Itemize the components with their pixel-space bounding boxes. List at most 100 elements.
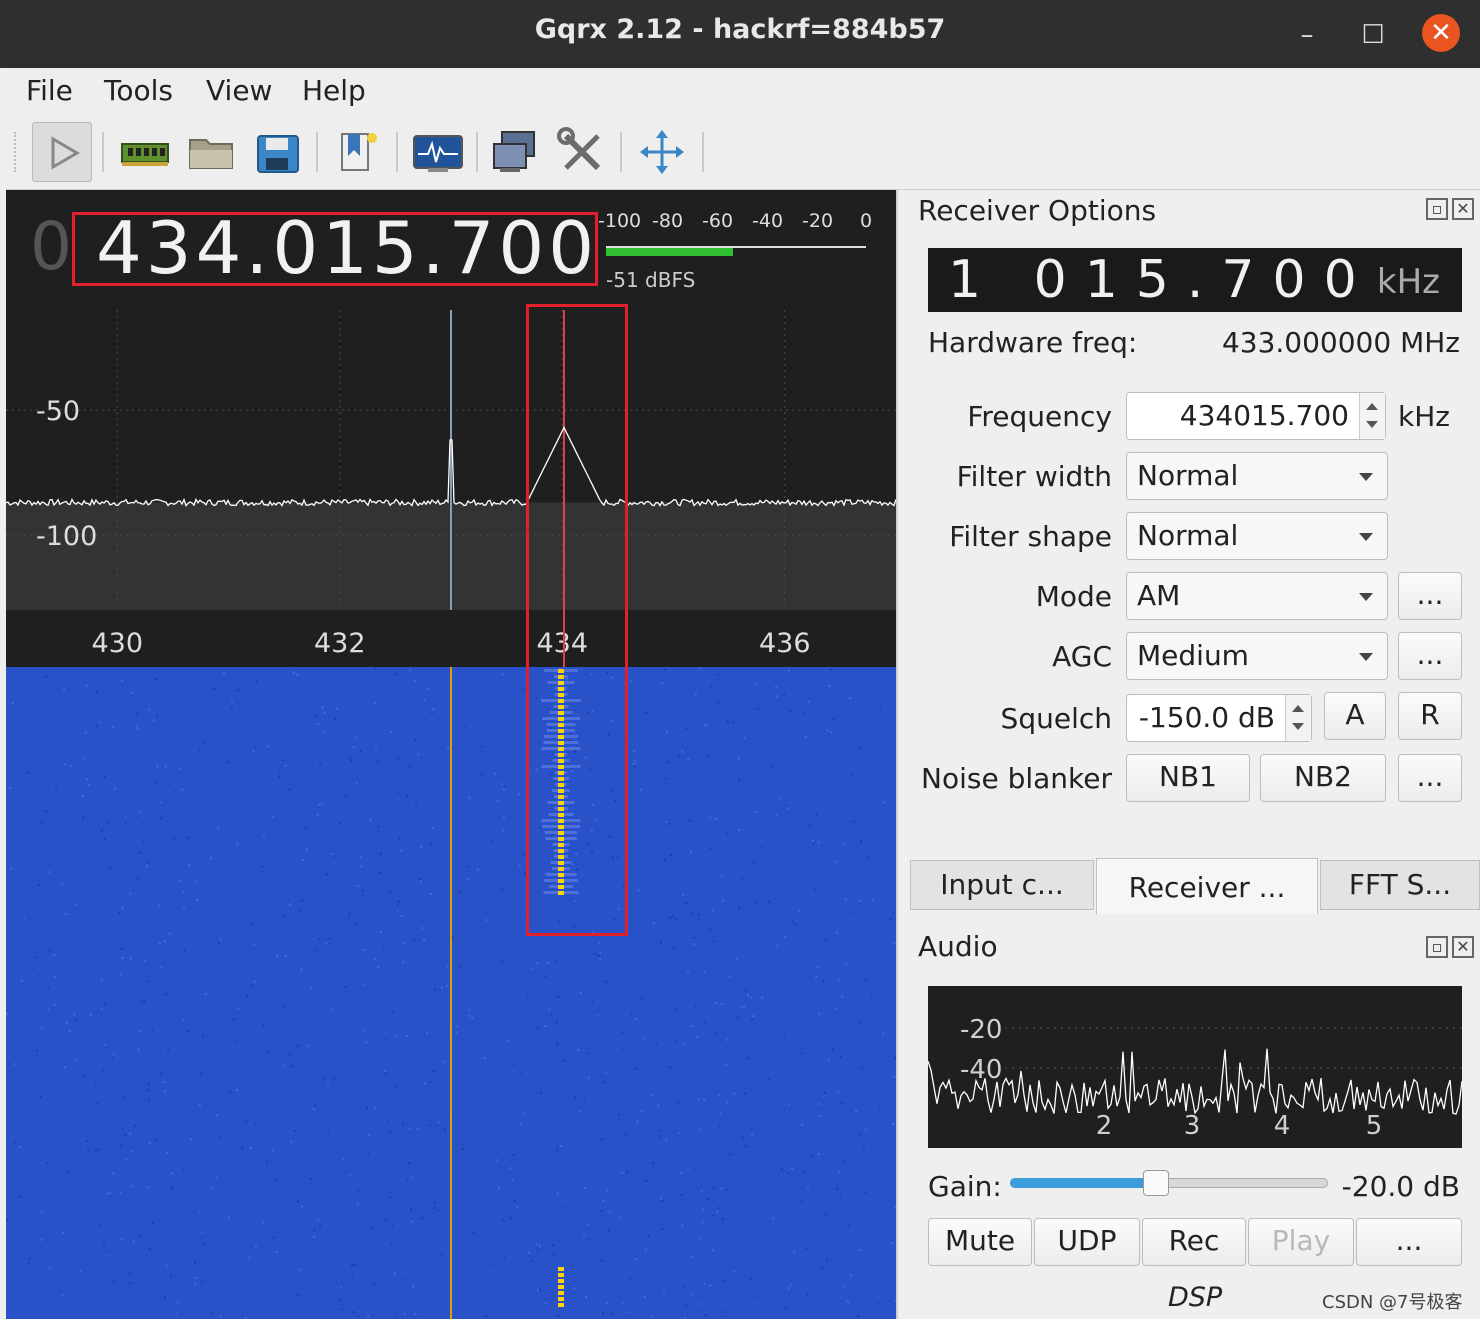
audio-options-button[interactable]: ... <box>1356 1218 1462 1266</box>
close-button[interactable]: ✕ <box>1422 14 1460 52</box>
nb2-button[interactable]: NB2 <box>1260 754 1386 802</box>
menu-tools[interactable]: Tools <box>104 74 173 107</box>
waterfall-noise <box>253 943 256 946</box>
menu-file[interactable]: File <box>26 74 73 107</box>
squelch-auto-button[interactable]: A <box>1324 692 1386 740</box>
waterfall-noise <box>137 1048 140 1051</box>
tab-fft-settings[interactable]: FFT S... <box>1320 860 1480 910</box>
menu-help[interactable]: Help <box>302 74 366 107</box>
open-folder-icon[interactable] <box>182 122 242 182</box>
waterfall-noise <box>411 1176 414 1179</box>
nb1-button[interactable]: NB1 <box>1126 754 1250 802</box>
rec-button[interactable]: Rec <box>1142 1218 1246 1266</box>
tab-receiver-options[interactable]: Receiver ... <box>1096 858 1318 914</box>
noise-blanker-options-button[interactable]: ... <box>1398 754 1462 802</box>
tab-input-controls[interactable]: Input c... <box>910 860 1094 910</box>
mute-button[interactable]: Mute <box>928 1218 1032 1266</box>
waterfall-noise <box>438 1121 441 1124</box>
spectrum-plot[interactable]: -50-100430 432 434 436 <box>6 310 896 667</box>
float-icon[interactable]: ▫ <box>1426 936 1448 958</box>
waterfall-noise <box>319 1224 322 1227</box>
filter-shape-select[interactable]: Normal <box>1126 512 1388 560</box>
mode-select[interactable]: AM <box>1126 572 1388 620</box>
waterfall-noise <box>847 1302 850 1305</box>
toolbar-separator <box>102 132 104 172</box>
waterfall-noise <box>467 865 470 868</box>
waterfall-noise <box>431 827 434 829</box>
waterfall-noise <box>237 1007 240 1010</box>
gain-slider-fill <box>1010 1178 1156 1188</box>
float-icon[interactable]: ▫ <box>1426 198 1448 220</box>
waterfall-noise <box>138 1235 141 1238</box>
waterfall-noise <box>377 966 380 969</box>
filter-width-select[interactable]: Normal <box>1126 452 1388 500</box>
waterfall-noise <box>776 944 779 947</box>
waterfall-noise <box>159 801 162 804</box>
waterfall-noise <box>327 1131 330 1134</box>
waterfall-noise <box>837 978 840 981</box>
agc-select[interactable]: Medium <box>1126 632 1388 680</box>
play-button[interactable]: Play <box>1248 1218 1354 1266</box>
fullscreen-icon[interactable] <box>632 122 692 182</box>
close-icon[interactable]: ✕ <box>1452 936 1474 958</box>
waterfall-noise <box>61 1294 64 1297</box>
waterfall-noise <box>301 899 304 902</box>
waterfall-noise <box>64 912 67 915</box>
waterfall-noise <box>175 1311 178 1314</box>
waterfall-noise <box>414 1313 417 1315</box>
waterfall-noise <box>250 984 253 987</box>
frequency-spin-arrows[interactable] <box>1359 393 1385 439</box>
waterfall-noise <box>35 956 38 959</box>
waterfall-noise <box>561 1206 564 1209</box>
fft-icon[interactable] <box>408 122 468 182</box>
waterfall-noise <box>120 948 123 950</box>
waterfall-noise <box>355 782 358 785</box>
waterfall-noise <box>717 1094 720 1097</box>
waterfall-noise <box>134 1124 137 1127</box>
play-icon[interactable] <box>32 122 92 182</box>
bookmark-icon[interactable] <box>328 122 388 182</box>
hardware-icon[interactable] <box>116 122 176 182</box>
waterfall-noise <box>864 979 867 982</box>
close-icon[interactable]: ✕ <box>1452 198 1474 220</box>
squelch-spinbox[interactable]: -150.0 dB <box>1126 694 1312 742</box>
settings-icon[interactable] <box>552 122 612 182</box>
waterfall-noise <box>288 788 291 791</box>
waterfall-noise <box>537 1248 540 1251</box>
waterfall-noise <box>689 819 691 822</box>
agc-options-button[interactable]: ... <box>1398 632 1462 680</box>
waterfall-noise <box>272 1149 275 1152</box>
remote-icon[interactable] <box>486 122 546 182</box>
waterfall-noise <box>819 1115 822 1118</box>
waterfall-noise <box>365 1041 368 1044</box>
frequency-spinbox[interactable]: 434015.700 <box>1126 392 1386 440</box>
waterfall-noise <box>548 1008 551 1011</box>
waterfall-noise <box>354 736 357 739</box>
waterfall-noise <box>605 1301 608 1304</box>
waterfall-noise <box>635 1067 638 1070</box>
waterfall-plot[interactable] <box>6 667 896 1319</box>
minimize-button[interactable]: – <box>1290 18 1324 52</box>
waterfall-noise <box>675 1039 678 1042</box>
waterfall-noise <box>360 865 363 868</box>
waterfall-noise <box>147 1089 150 1092</box>
squelch-reset-button[interactable]: R <box>1398 692 1462 740</box>
waterfall-noise <box>498 1186 500 1189</box>
waterfall-noise <box>219 938 222 941</box>
waterfall-noise <box>231 700 234 703</box>
waterfall-noise <box>254 1245 257 1248</box>
waterfall-noise <box>717 1207 720 1209</box>
waterfall-noise <box>374 667 377 670</box>
waterfall-noise <box>379 930 382 933</box>
waterfall-noise <box>411 1220 414 1223</box>
gain-slider-handle[interactable] <box>1143 1170 1169 1196</box>
maximize-button[interactable]: ☐ <box>1356 18 1390 52</box>
waterfall-noise <box>691 1024 694 1027</box>
waterfall-noise <box>619 1216 622 1219</box>
menu-view[interactable]: View <box>206 74 272 107</box>
save-icon[interactable] <box>248 122 308 182</box>
mode-options-button[interactable]: ... <box>1398 572 1462 620</box>
udp-button[interactable]: UDP <box>1034 1218 1140 1266</box>
squelch-spin-arrows[interactable] <box>1285 695 1311 741</box>
waterfall-noise <box>698 1128 701 1131</box>
